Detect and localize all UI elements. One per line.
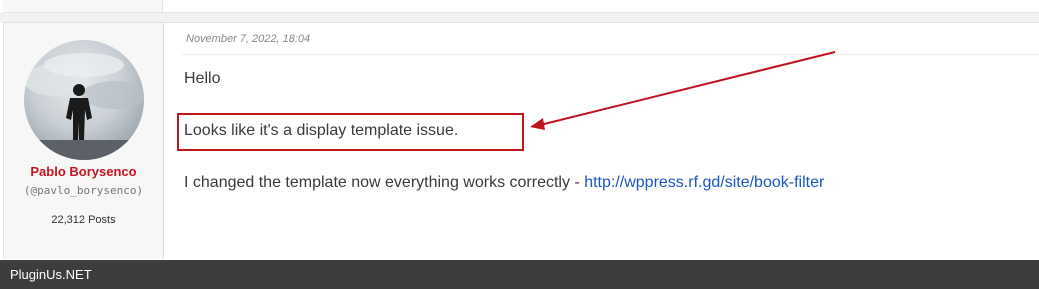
- footer-bar: PluginUs.NET: [0, 260, 1039, 289]
- annotation-highlight-box: [177, 113, 524, 151]
- avatar[interactable]: [24, 40, 144, 160]
- post-line-text: I changed the template now everything wo…: [184, 174, 585, 191]
- post-line-greeting: Hello: [184, 70, 221, 87]
- post-separator: [0, 13, 1039, 22]
- date-divider: [182, 54, 1039, 55]
- post-date: November 7, 2022, 18:04: [186, 33, 311, 45]
- previous-post-fragment: [3, 0, 1039, 13]
- author-post-count: 22,312 Posts: [51, 214, 116, 226]
- footer-brand[interactable]: PluginUs.NET: [10, 267, 92, 282]
- author-name[interactable]: Pablo Borysenco: [4, 164, 163, 179]
- previous-post-author-column: [3, 0, 163, 12]
- book-filter-link[interactable]: http://wppress.rf.gd/site/book-filter: [584, 174, 824, 191]
- forum-post: Pablo Borysenco (@pavlo_borysenco) 22,31…: [3, 22, 1039, 259]
- avatar-silhouette-icon: [24, 53, 144, 160]
- post-line-with-link: I changed the template now everything wo…: [184, 174, 824, 192]
- author-column: Pablo Borysenco (@pavlo_borysenco) 22,31…: [4, 23, 164, 259]
- author-handle: (@pavlo_borysenco): [23, 184, 144, 197]
